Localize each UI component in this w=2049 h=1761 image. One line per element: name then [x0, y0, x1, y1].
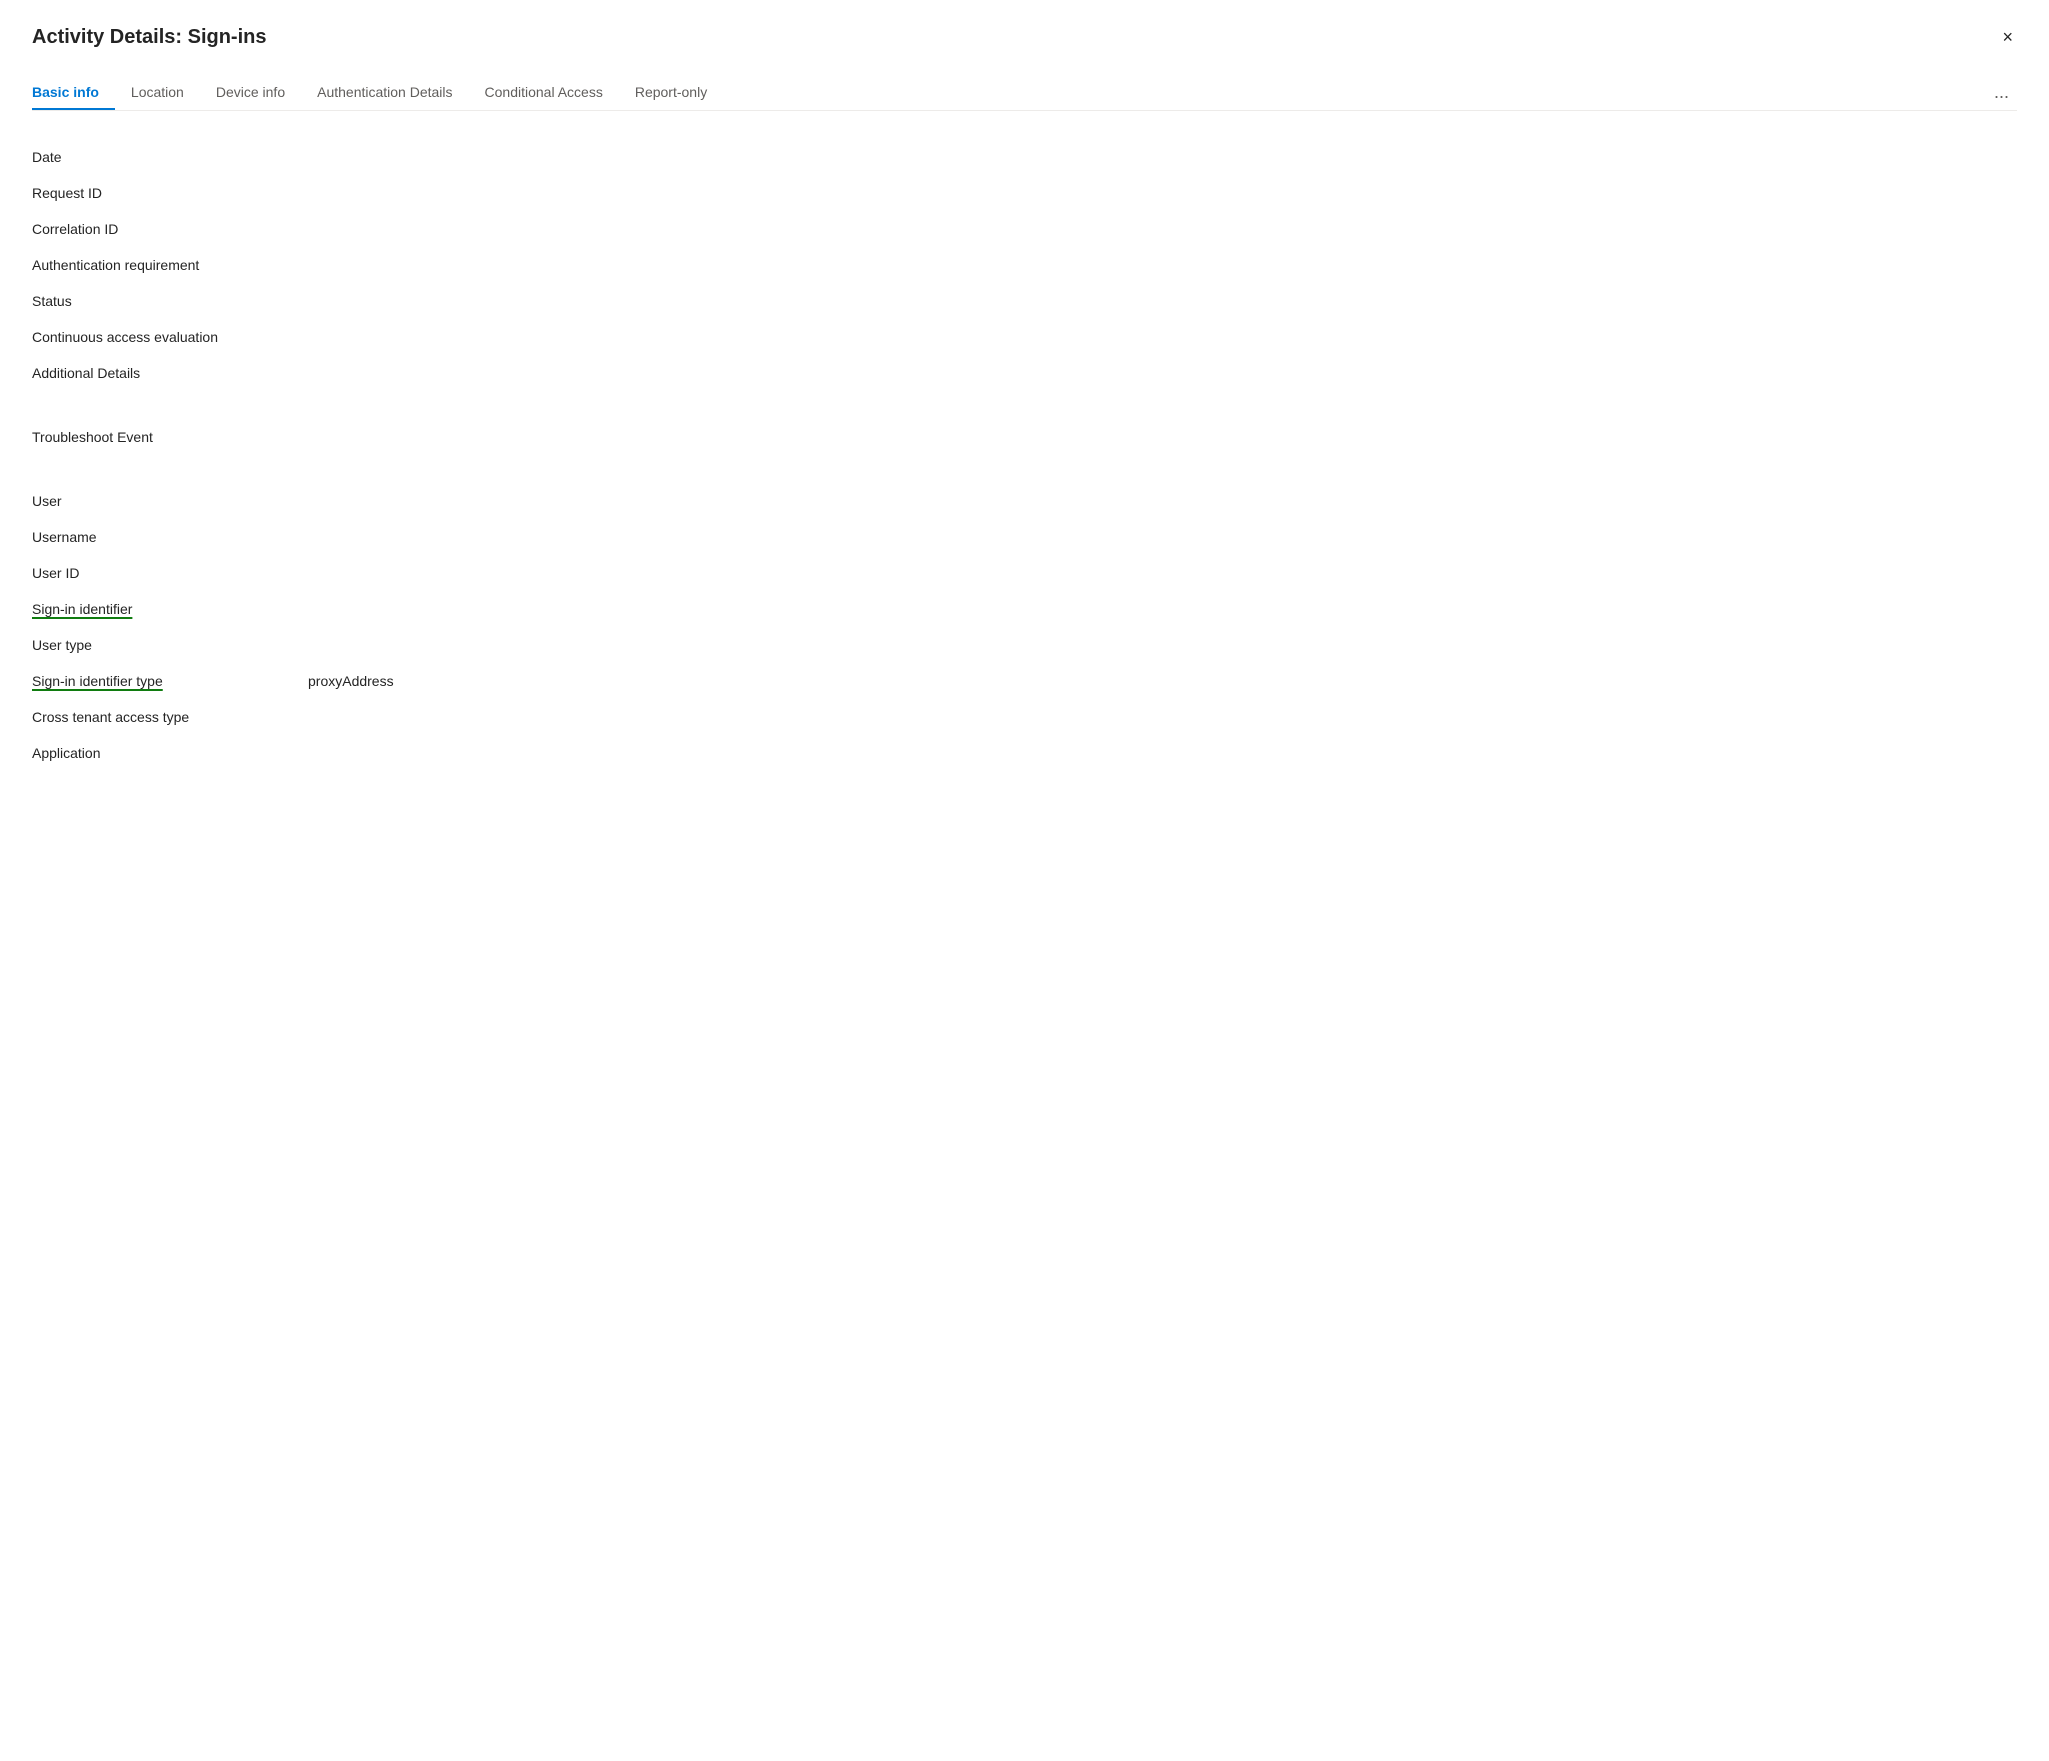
field-row-sign-in-identifier: Sign-in identifier: [32, 591, 2017, 627]
tab-report-only[interactable]: Report-only: [619, 76, 723, 110]
field-label-continuous-access: Continuous access evaluation: [32, 329, 292, 345]
field-row-request-id: Request ID: [32, 175, 2017, 211]
tab-basic-info[interactable]: Basic info: [32, 76, 115, 110]
field-row-user-id: User ID: [32, 555, 2017, 591]
field-label-date: Date: [32, 149, 292, 165]
tab-conditional-access[interactable]: Conditional Access: [469, 76, 619, 110]
field-row-username: Username: [32, 519, 2017, 555]
field-label-auth-requirement: Authentication requirement: [32, 257, 292, 273]
field-row-user: User: [32, 483, 2017, 519]
tab-location[interactable]: Location: [115, 76, 200, 110]
field-label-request-id: Request ID: [32, 185, 292, 201]
tab-device-info[interactable]: Device info: [200, 76, 301, 110]
field-label-sign-in-identifier: Sign-in identifier: [32, 601, 292, 617]
field-label-additional-details: Additional Details: [32, 365, 292, 381]
tab-authentication-details[interactable]: Authentication Details: [301, 76, 468, 110]
field-label-user-id: User ID: [32, 565, 292, 581]
section-spacer-2: [32, 455, 2017, 483]
field-row-cross-tenant-access-type: Cross tenant access type: [32, 699, 2017, 735]
content-area: Date Request ID Correlation ID Authentic…: [32, 131, 2017, 779]
field-row-additional-details: Additional Details: [32, 355, 2017, 391]
field-row-auth-requirement: Authentication requirement: [32, 247, 2017, 283]
tabs-more-button[interactable]: ...: [1986, 74, 2017, 111]
activity-details-dialog: Activity Details: Sign-ins × Basic info …: [0, 0, 2049, 1761]
dialog-header: Activity Details: Sign-ins ×: [32, 24, 2017, 50]
field-label-cross-tenant-access-type: Cross tenant access type: [32, 709, 292, 725]
field-row-date: Date: [32, 139, 2017, 175]
field-label-user-type: User type: [32, 637, 292, 653]
close-button[interactable]: ×: [1998, 24, 2017, 50]
dialog-title: Activity Details: Sign-ins: [32, 24, 267, 50]
field-row-user-type: User type: [32, 627, 2017, 663]
field-label-troubleshoot-event: Troubleshoot Event: [32, 429, 292, 445]
field-label-user: User: [32, 493, 292, 509]
section-spacer-1: [32, 391, 2017, 419]
field-row-sign-in-identifier-type: Sign-in identifier type proxyAddress: [32, 663, 2017, 699]
field-row-correlation-id: Correlation ID: [32, 211, 2017, 247]
tabs-container: Basic info Location Device info Authenti…: [32, 74, 2017, 111]
field-row-application: Application: [32, 735, 2017, 771]
field-label-correlation-id: Correlation ID: [32, 221, 292, 237]
field-label-application: Application: [32, 745, 292, 761]
field-label-username: Username: [32, 529, 292, 545]
field-row-continuous-access: Continuous access evaluation: [32, 319, 2017, 355]
field-label-status: Status: [32, 293, 292, 309]
field-value-sign-in-identifier-type: proxyAddress: [308, 673, 394, 689]
field-label-sign-in-identifier-type: Sign-in identifier type: [32, 673, 292, 689]
field-row-status: Status: [32, 283, 2017, 319]
field-row-troubleshoot-event: Troubleshoot Event: [32, 419, 2017, 455]
